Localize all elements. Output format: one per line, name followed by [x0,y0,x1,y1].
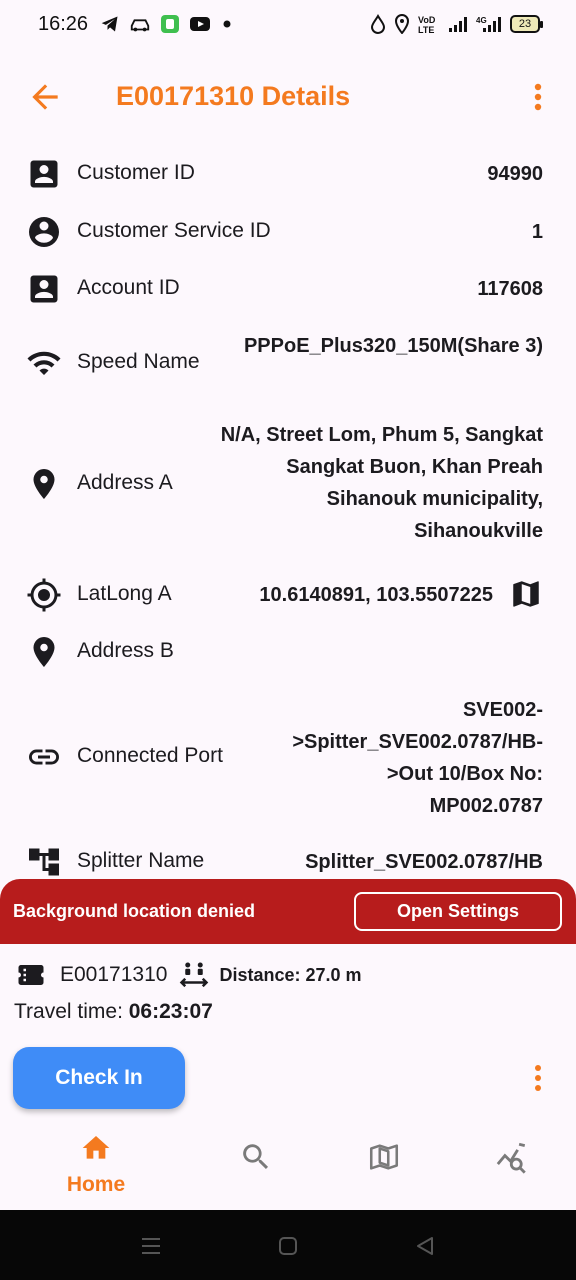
menu-icon[interactable] [139,1234,163,1258]
detail-row-customer-service-id: Customer Service ID 1 [0,214,576,254]
account-box-icon [30,275,58,303]
travel-time-row: Travel time: 06:23:07 [14,1000,213,1024]
system-navigation-bar [0,1210,576,1280]
home-square-icon[interactable] [276,1234,300,1258]
detail-row-connected-port: Connected Port SVE002->Spitter_SVE002.07… [0,694,576,824]
search-icon [243,1144,269,1170]
detail-row-splitter-name: Splitter Name Splitter_SVE002.0787/HB [0,844,576,884]
location-pin-icon [33,469,55,499]
app-bar: E00171310 Details [0,60,576,132]
distance-text: Distance: 27.0 m [219,964,362,985]
detail-label: LatLong A [77,582,172,605]
nav-analytics[interactable] [472,1140,552,1210]
green-app-icon [161,15,179,33]
car-app-icon [130,19,150,32]
check-in-button[interactable]: Check In [13,1047,185,1109]
detail-row-account-id: Account ID 117608 [0,271,576,311]
detail-value: PPPoE_Plus320_150M(Share 3) [243,335,543,357]
signal-4g-icon: 4G [476,16,501,32]
svg-text:VoD: VoD [418,15,436,25]
battery-icon: 23 [510,15,543,33]
home-icon [82,1136,110,1159]
detail-label: Address B [77,639,174,662]
water-drop-icon [370,14,386,34]
status-bar: 16:26 VoD LTE 4G 23 [0,0,576,52]
svg-text:4G: 4G [476,16,487,25]
bottom-navigation: Home [0,1124,576,1210]
status-time: 16:26 [38,13,89,35]
gps-fixed-icon [27,578,61,612]
link-icon [29,749,59,765]
detail-label: Speed Name [77,350,200,373]
youtube-icon [190,17,210,31]
wifi-icon [27,351,61,375]
system-status-icons: VoD LTE 4G 23 [370,14,543,34]
detail-value: N/A, Street Lom, Phum 5, Sangkat Sangkat… [220,424,543,542]
banner-message: Background location denied [13,901,256,921]
detail-value: 117608 [477,278,543,300]
detail-label: Customer Service ID [77,219,271,242]
detail-label: Connected Port [77,744,223,767]
travel-time-value: 06:23:07 [128,1000,213,1023]
detail-row-address-b: Address B [0,634,576,674]
map-icon[interactable] [509,577,543,611]
more-vert-icon [535,1065,541,1091]
notification-icons [100,14,234,34]
detail-row-speed-name: Speed Name PPPoE_Plus320_150M(Share 3) [0,330,576,396]
nav-home[interactable]: Home [56,1132,136,1202]
panel-more-button[interactable] [528,1062,548,1094]
volte-icon: VoDLTE [418,15,436,34]
open-settings-button[interactable]: Open Settings [354,892,562,931]
account-box-icon [30,160,58,188]
location-denied-banner: Background location denied Open Settings [0,879,576,944]
distance-icon [180,962,209,988]
detail-label: Customer ID [77,161,195,184]
detail-label: Splitter Name [77,849,205,872]
account-circle-icon [29,217,59,247]
account-tree-icon [29,848,59,876]
detail-value: 94990 [487,163,543,185]
detail-value: SVE002->Spitter_SVE002.0787/HB->Out 10/B… [292,699,543,817]
nav-search[interactable] [216,1140,296,1210]
location-pin-icon [33,637,55,667]
arrow-back-icon [32,84,58,110]
more-options-button[interactable] [526,78,550,116]
telegram-icon [101,16,118,32]
nav-map[interactable] [344,1140,424,1210]
ticket-row: E00171310 Distance: 27.0 m [14,960,362,990]
job-info-panel: E00171310 Distance: 27.0 m Travel time: … [0,944,576,1124]
query-stats-icon [496,1142,526,1174]
location-status-icon [394,14,410,34]
svg-text:LTE: LTE [418,25,434,34]
back-triangle-icon[interactable] [413,1234,437,1258]
detail-row-address-a: Address A N/A, Street Lom, Phum 5, Sangk… [0,419,576,549]
nav-home-label: Home [66,1173,126,1196]
dot-icon [223,20,231,28]
page-title: E00171310 Details [116,81,351,111]
more-vert-icon [534,83,542,111]
travel-time-label: Travel time: [14,1000,129,1023]
signal-icon [449,17,467,32]
detail-label: Account ID [77,276,180,299]
detail-row-customer-id: Customer ID 94990 [0,156,576,196]
detail-label: Address A [77,471,173,494]
ticket-icon [18,965,44,985]
detail-value: 1 [531,221,543,243]
detail-value: Splitter_SVE002.0787/HB [305,851,543,873]
detail-value: 10.6140891, 103.5507225 [259,584,493,606]
detail-row-latlong-a: LatLong A 10.6140891, 103.5507225 [0,576,576,616]
ticket-id: E00171310 [60,963,168,986]
back-button[interactable] [26,78,64,116]
map-outline-icon [369,1144,399,1170]
